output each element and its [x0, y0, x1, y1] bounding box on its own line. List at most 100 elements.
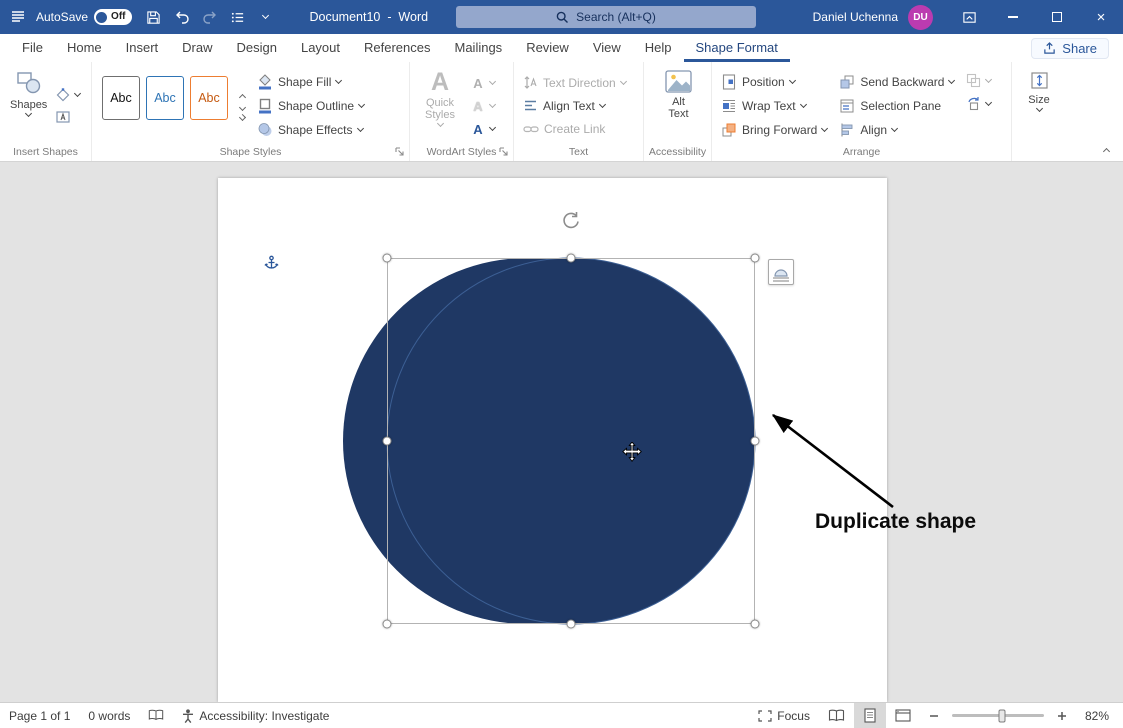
avatar[interactable]: DU — [908, 5, 933, 30]
selection-handle-middle-left[interactable] — [383, 437, 392, 446]
zoom-in-button[interactable] — [1048, 703, 1076, 728]
proofing-status-button[interactable] — [139, 703, 173, 728]
accessibility-status-button[interactable]: Accessibility: Investigate — [173, 703, 338, 728]
tab-view[interactable]: View — [581, 34, 633, 62]
word-count[interactable]: 0 words — [79, 703, 139, 728]
share-button[interactable]: Share — [1031, 38, 1109, 59]
chevron-down-icon — [599, 100, 606, 107]
size-button[interactable]: Size — [1024, 68, 1053, 144]
close-button[interactable]: × — [1079, 0, 1123, 34]
text-outline-button[interactable]: A — [468, 97, 498, 116]
position-button[interactable]: Position — [718, 72, 798, 92]
collapse-ribbon-button[interactable] — [1097, 143, 1115, 157]
share-label: Share — [1062, 41, 1097, 56]
selection-pane-icon — [839, 98, 855, 114]
tab-help[interactable]: Help — [633, 34, 684, 62]
document-canvas[interactable]: Duplicate shape — [0, 162, 1123, 702]
proofing-book-icon — [148, 709, 164, 722]
shapes-button[interactable]: Shapes — [6, 68, 51, 144]
text-direction-button[interactable]: Text Direction — [520, 73, 629, 92]
save-button[interactable] — [140, 2, 168, 32]
zoom-out-button[interactable] — [920, 703, 948, 728]
text-effects-button[interactable]: A — [468, 120, 498, 139]
shape-fill-icon — [257, 74, 273, 90]
text-fill-button[interactable]: A — [468, 74, 498, 93]
page-indicator[interactable]: Page 1 of 1 — [0, 703, 79, 728]
tab-layout[interactable]: Layout — [289, 34, 352, 62]
chevron-down-icon — [25, 110, 32, 117]
minimize-button[interactable] — [991, 0, 1035, 34]
chevron-down-icon — [985, 75, 992, 82]
web-layout-button[interactable] — [886, 703, 920, 728]
shape-effects-button[interactable]: Shape Effects — [254, 120, 367, 140]
gallery-up-icon[interactable] — [238, 94, 245, 101]
read-mode-button[interactable] — [819, 703, 854, 728]
tab-draw[interactable]: Draw — [170, 34, 224, 62]
focus-mode-button[interactable]: Focus — [749, 703, 819, 728]
shape-style-thumbnail-3[interactable]: Abc — [190, 76, 228, 120]
autosave-switch: Off — [94, 9, 131, 25]
print-layout-button[interactable] — [854, 703, 886, 728]
ribbon-display-options-icon[interactable] — [947, 0, 991, 34]
selection-handle-bottom-right[interactable] — [751, 620, 760, 629]
rotate-objects-button[interactable] — [963, 94, 994, 113]
edit-shape-button[interactable] — [53, 86, 83, 104]
maximize-button[interactable] — [1035, 0, 1079, 34]
shape-outline-icon — [257, 98, 273, 114]
customize-quick-access-chevron-icon[interactable] — [252, 2, 280, 32]
chevron-down-icon — [489, 78, 496, 85]
chevron-down-icon — [74, 90, 81, 97]
zoom-slider-thumb[interactable] — [998, 709, 1005, 722]
gallery-down-icon[interactable] — [238, 104, 245, 111]
selection-pane-button[interactable]: Selection Pane — [836, 96, 944, 116]
word-app-icon[interactable] — [4, 2, 32, 32]
create-link-button[interactable]: Create Link — [520, 119, 608, 139]
tab-shape-format[interactable]: Shape Format — [684, 34, 790, 62]
alt-text-button[interactable]: Alt Text — [657, 68, 701, 144]
group-accessibility: Alt Text Accessibility — [644, 62, 712, 161]
shape-style-thumbnail-1[interactable]: Abc — [102, 76, 140, 120]
layout-options-button[interactable] — [768, 259, 794, 285]
selection-handle-top-left[interactable] — [383, 254, 392, 263]
selection-handle-middle-right[interactable] — [751, 437, 760, 446]
rotation-handle[interactable] — [560, 210, 582, 232]
send-backward-button[interactable]: Send Backward — [836, 72, 957, 92]
align-button[interactable]: Align — [836, 120, 900, 140]
touch-mouse-mode-icon[interactable] — [224, 2, 252, 32]
undo-button[interactable] — [168, 2, 196, 32]
shape-outline-button[interactable]: Shape Outline — [254, 96, 367, 116]
tab-home[interactable]: Home — [55, 34, 114, 62]
selection-handle-top-right[interactable] — [751, 254, 760, 263]
search-box[interactable]: Search (Alt+Q) — [456, 6, 756, 28]
tab-design[interactable]: Design — [225, 34, 289, 62]
wrap-text-button[interactable]: Wrap Text — [718, 96, 809, 116]
gallery-more-icon[interactable] — [238, 114, 245, 121]
tab-mailings[interactable]: Mailings — [443, 34, 515, 62]
selection-handle-bottom-left[interactable] — [383, 620, 392, 629]
autosave-knob — [96, 12, 107, 23]
bring-forward-button[interactable]: Bring Forward — [718, 120, 830, 140]
selection-handle-bottom-center[interactable] — [567, 620, 576, 629]
autosave-label: AutoSave — [36, 10, 88, 24]
quick-styles-button[interactable]: A Quick Styles — [416, 68, 464, 144]
zoom-slider[interactable] — [952, 714, 1044, 717]
account-name[interactable]: Daniel Uchenna — [813, 10, 898, 24]
group-objects-button[interactable] — [963, 71, 994, 90]
tab-file[interactable]: File — [10, 34, 55, 62]
zoom-level[interactable]: 82% — [1076, 703, 1123, 728]
tab-references[interactable]: References — [352, 34, 442, 62]
chevron-down-icon — [800, 101, 807, 108]
shape-fill-button[interactable]: Shape Fill — [254, 72, 367, 92]
tab-review[interactable]: Review — [514, 34, 581, 62]
autosave-toggle[interactable]: AutoSave Off — [36, 9, 132, 25]
text-direction-icon — [523, 75, 538, 90]
chevron-down-icon — [489, 101, 496, 108]
tab-insert[interactable]: Insert — [114, 34, 171, 62]
shape-style-thumbnail-2[interactable]: Abc — [146, 76, 184, 120]
chevron-down-icon — [821, 125, 828, 132]
redo-button[interactable] — [196, 2, 224, 32]
selection-handle-top-center[interactable] — [567, 254, 576, 263]
chevron-down-icon — [891, 125, 898, 132]
align-text-button[interactable]: Align Text — [520, 96, 608, 115]
text-box-button[interactable] — [53, 108, 83, 126]
